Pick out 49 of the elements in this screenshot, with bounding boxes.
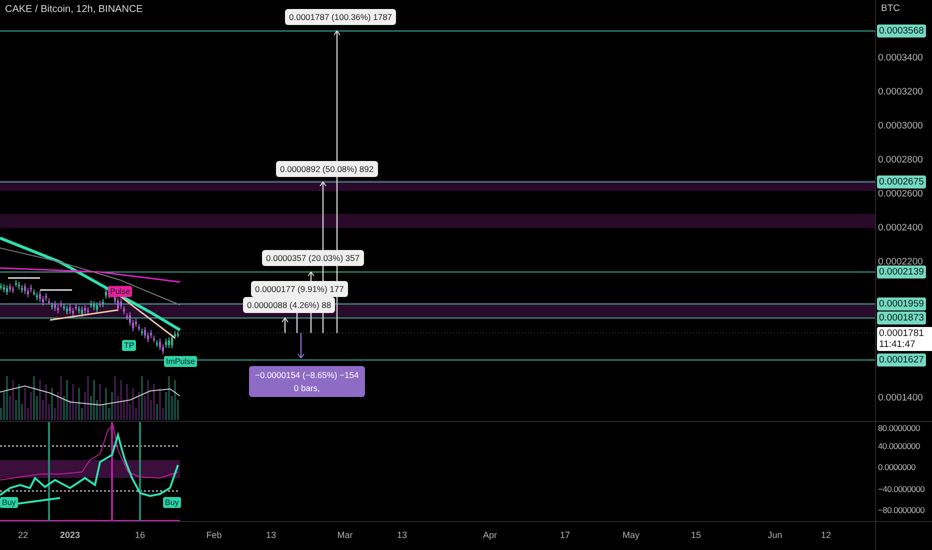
time-axis-label: 17	[560, 530, 570, 540]
oscillator-axis-label: −40.0000000	[878, 484, 925, 494]
chart-title: CAKE / Bitcoin, 12h, BINANCE	[5, 4, 143, 15]
currency-label: BTC	[881, 3, 900, 14]
price-axis-label: 0.0001400	[878, 392, 923, 404]
time-axis-label: Feb	[206, 530, 222, 540]
price-axis-label: 0.0002200	[878, 256, 923, 268]
price-level-badge: 0.0002139	[877, 266, 926, 278]
measurement-label: 0.0000357 (20.03%) 357	[262, 250, 364, 266]
price-axis-label: 0.0002600	[878, 188, 923, 200]
measurement-label: 0.0000177 (9.91%) 177	[251, 281, 348, 297]
time-axis-label: Jun	[768, 530, 782, 540]
time-axis-label: 16	[135, 530, 145, 540]
price-axis-label: 0.0002400	[878, 222, 923, 234]
measurement-label: −0.0000154 (−8.65%) −154 0 bars,	[249, 366, 365, 397]
price-axis-label: 0.0003200	[878, 86, 923, 98]
price-level-badge: 0.0001873	[877, 312, 926, 324]
price-axis-label: 0.0002800	[878, 154, 923, 166]
time-axis-label: 2023	[60, 530, 80, 540]
time-axis-label: 12	[821, 530, 831, 540]
oscillator-axis-label: 80.0000000	[878, 423, 920, 433]
trend-line	[8, 277, 40, 279]
signal-tag: Pulse	[108, 286, 132, 297]
oscillator-axis-label: 0.0000000	[878, 462, 916, 472]
oscillator-axis-label: 40.0000000	[878, 441, 920, 451]
time-axis-label: 15	[691, 530, 701, 540]
measure-arrow	[282, 317, 288, 333]
price-level-badge: 0.0001959	[877, 298, 926, 310]
signal-tag: Buy	[0, 497, 18, 508]
price-level-badge: 0.0001627	[877, 354, 926, 366]
time-axis-label: 13	[266, 530, 276, 540]
price-axis-label: 0.0003000	[878, 120, 923, 132]
price-axis-label: 0.0003400	[878, 52, 923, 64]
current-price-badge: 0.0001781 11:41:47	[877, 327, 932, 351]
time-axis-label: Mar	[337, 530, 353, 540]
trend-line	[40, 289, 72, 291]
time-axis-label: 13	[397, 530, 407, 540]
time-axis-label: May	[622, 530, 640, 540]
time-axis-label: Apr	[483, 530, 497, 540]
measurement-label: 0.0001787 (100.36%) 1787	[285, 9, 396, 25]
measurement-label: 0.0000088 (4.26%) 88	[243, 297, 336, 313]
measurement-label: 0.0000892 (50.08%) 892	[276, 161, 378, 177]
oscillator-axis-label: −80.0000000	[878, 505, 925, 515]
signal-tag: Buy	[163, 497, 181, 508]
signal-tag: TP	[122, 340, 136, 351]
price-level-badge: 0.0003568	[877, 24, 926, 38]
price-level-badge: 0.0002675	[877, 176, 926, 188]
time-axis-label: 22	[18, 530, 28, 540]
signal-tag: ImPulse	[164, 356, 197, 367]
